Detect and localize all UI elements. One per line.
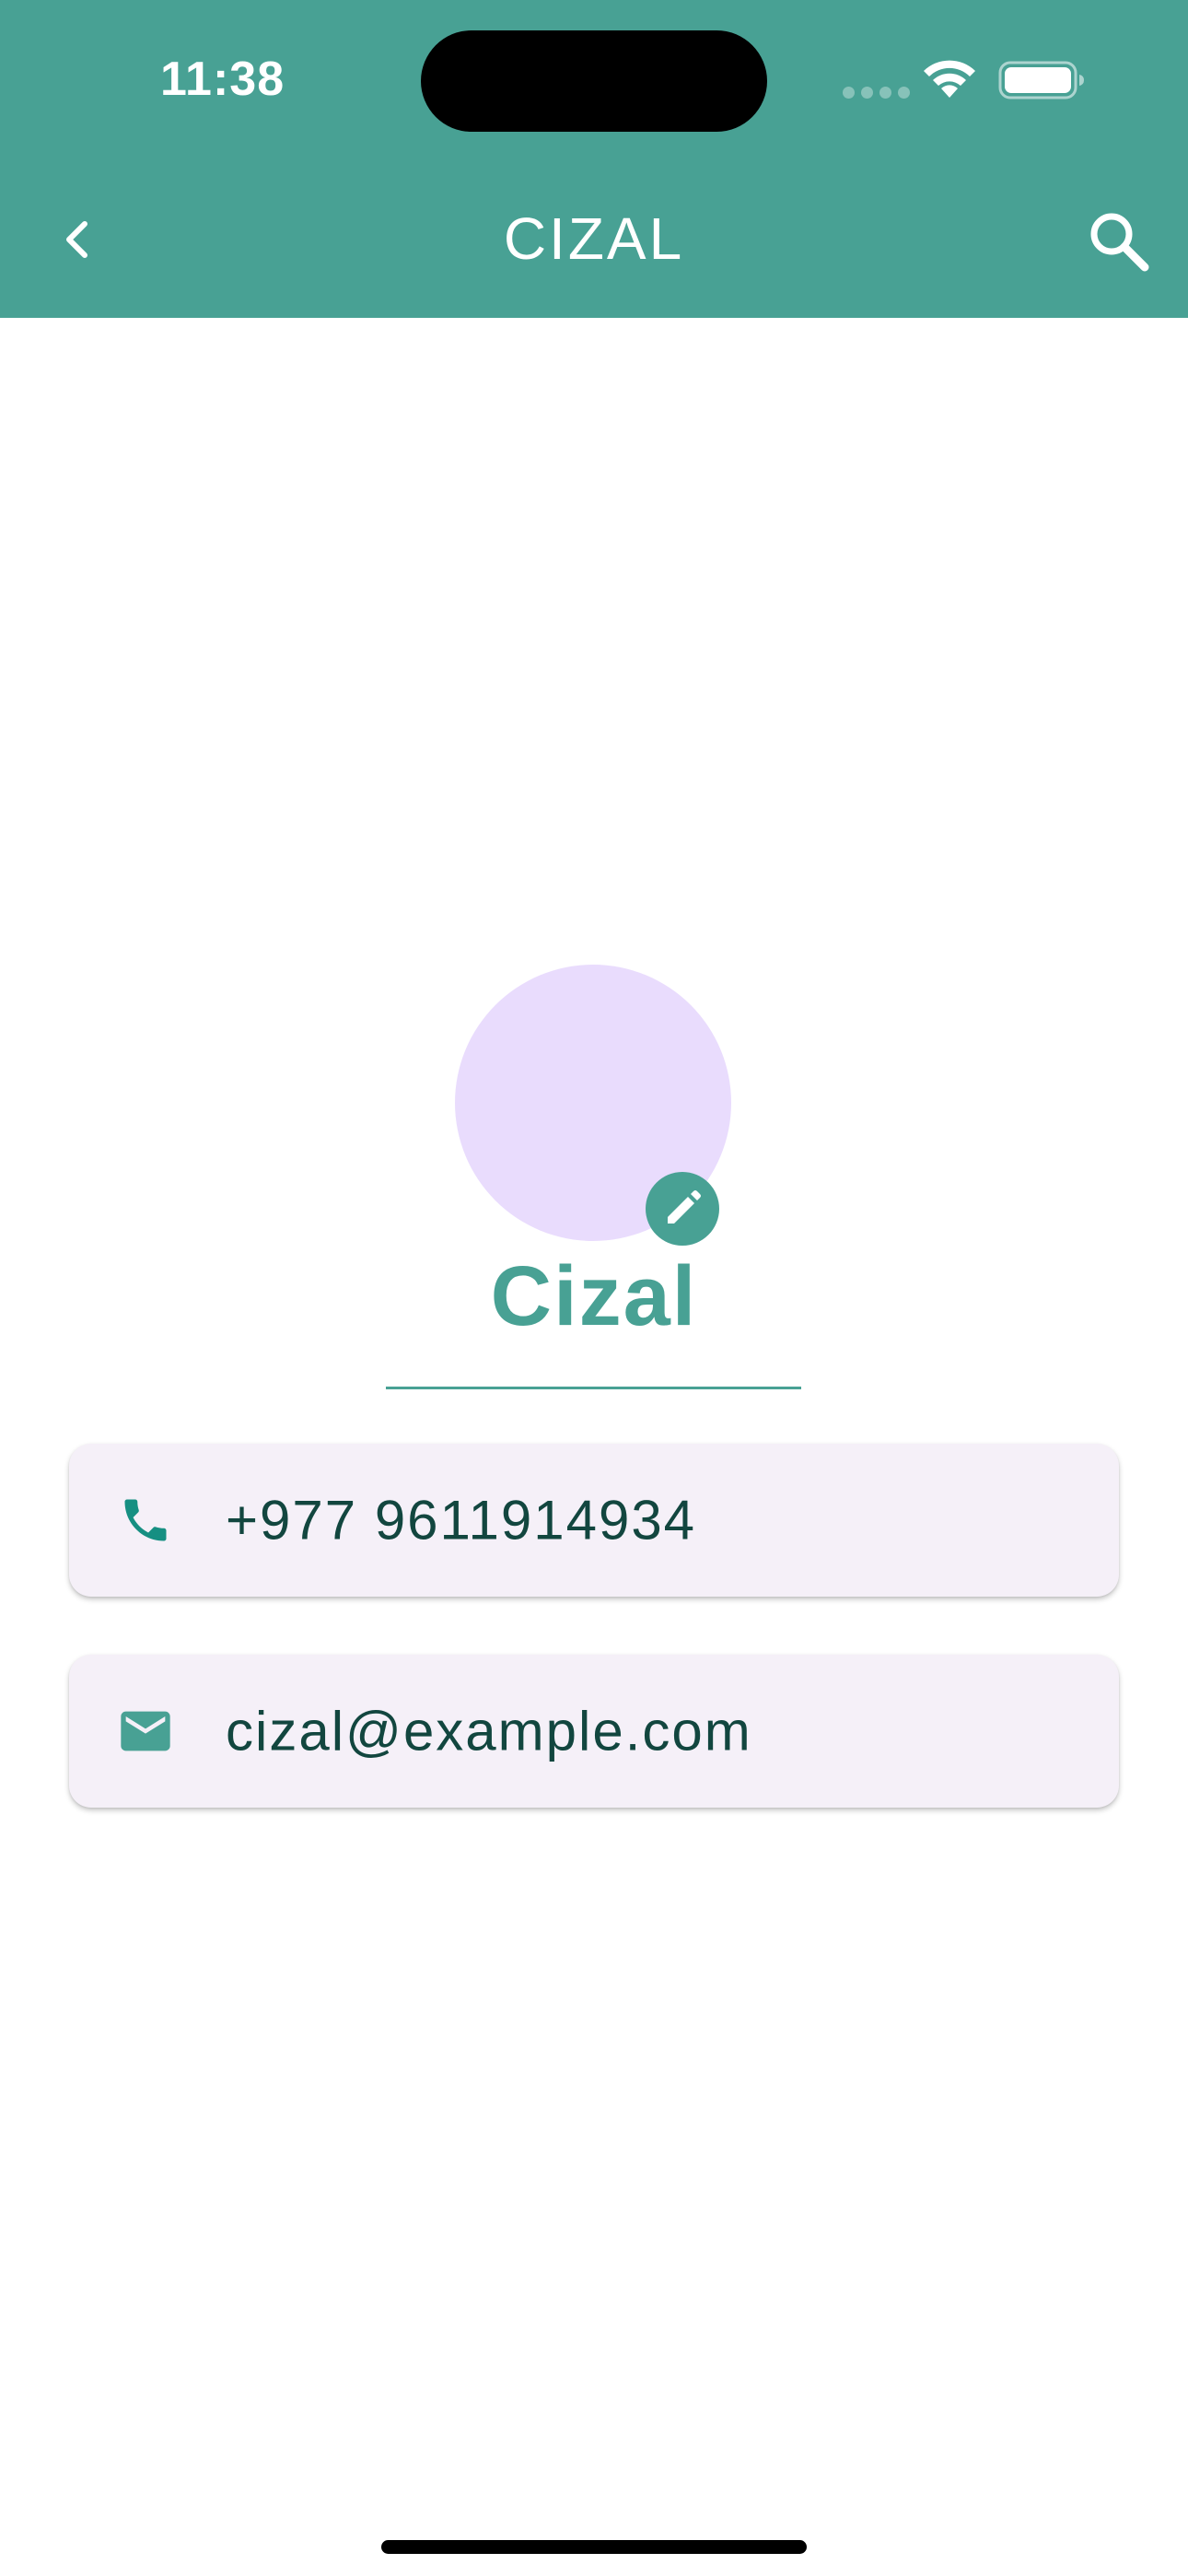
- page-title: CIZAL: [503, 205, 685, 272]
- dynamic-island: [421, 30, 767, 132]
- mail-icon: [115, 1701, 176, 1762]
- phone-number: +977 9611914934: [226, 1489, 697, 1551]
- status-time: 11:38: [160, 53, 285, 106]
- email-address: cizal@example.com: [226, 1700, 752, 1762]
- wifi-icon: [924, 60, 975, 98]
- battery-icon: [998, 61, 1084, 100]
- edit-avatar-button[interactable]: [646, 1172, 719, 1246]
- cellular-signal-icon: [843, 87, 910, 99]
- search-icon: [1090, 213, 1149, 272]
- app-bar: 11:38 CIZAL: [0, 0, 1188, 318]
- contact-name[interactable]: Cizal: [0, 1248, 1188, 1345]
- contact-detail-screen: 11:38 CIZAL Cizal +977 9611914934 cizal@…: [0, 0, 1188, 2576]
- pencil-icon: [668, 1190, 701, 1224]
- name-underline: [386, 1387, 801, 1389]
- phone-icon: [115, 1490, 176, 1551]
- home-indicator[interactable]: [381, 2540, 807, 2554]
- email-card[interactable]: cizal@example.com: [69, 1655, 1119, 1808]
- search-button[interactable]: [1082, 205, 1156, 278]
- phone-card[interactable]: +977 9611914934: [69, 1444, 1119, 1597]
